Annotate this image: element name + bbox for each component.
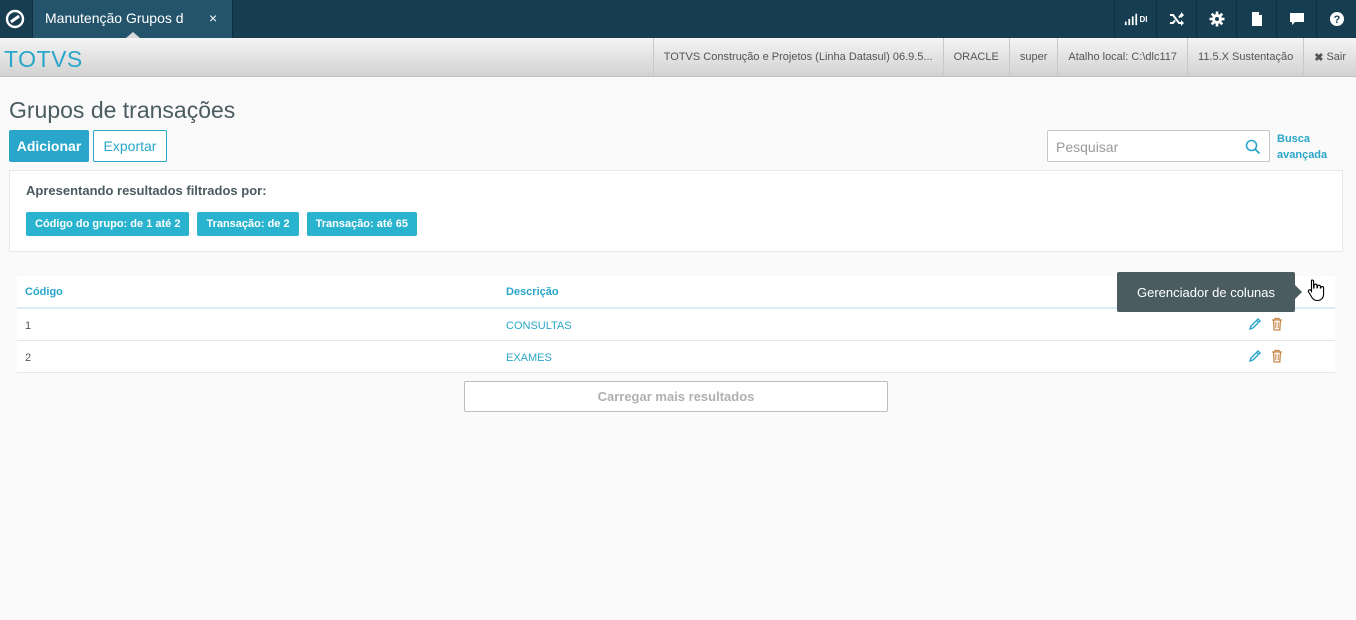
export-button[interactable]: Exportar (93, 130, 167, 162)
column-manager-tooltip: Gerenciador de colunas (1117, 272, 1302, 312)
version-info: 11.5.X Sustentação (1187, 38, 1303, 76)
column-header-codigo[interactable]: Código (25, 286, 63, 298)
top-toolbar: DI ? (1114, 0, 1356, 38)
close-icon: ✖ (1314, 51, 1324, 64)
exit-button[interactable]: ✖ Sair (1303, 38, 1356, 76)
signal-icon[interactable]: DI (1114, 0, 1156, 38)
signal-label: DI (1139, 14, 1148, 24)
shuffle-icon[interactable] (1156, 0, 1196, 38)
session-info: TOTVS Construção e Projetos (Linha Datas… (652, 38, 1356, 76)
edit-icon[interactable] (1248, 349, 1262, 363)
trash-icon[interactable] (1270, 349, 1284, 363)
trash-icon[interactable] (1270, 317, 1284, 331)
svg-text:?: ? (1333, 14, 1340, 26)
add-button[interactable]: Adicionar (9, 130, 89, 162)
filter-title: Apresentando resultados filtrados por: (26, 183, 267, 198)
product-info: TOTVS Construção e Projetos (Linha Datas… (652, 38, 943, 76)
tooltip-text: Gerenciador de colunas (1136, 284, 1276, 300)
cell-description-link[interactable]: EXAMES (506, 352, 552, 364)
search-box (1047, 130, 1270, 162)
exit-label: Sair (1326, 51, 1346, 63)
column-header-descricao[interactable]: Descrição (506, 286, 559, 298)
load-more-button[interactable]: Carregar mais resultados (464, 381, 888, 412)
filter-chip[interactable]: Código do grupo: de 1 até 2 (26, 212, 190, 236)
cell-description-link[interactable]: CONSULTAS (506, 320, 572, 332)
filter-chip[interactable]: Transação: de 2 (197, 212, 299, 236)
tab-label: Manutenção Grupos d (45, 10, 184, 26)
user-info: super (1008, 38, 1058, 76)
search-icon[interactable] (1245, 139, 1261, 155)
file-icon[interactable] (1236, 0, 1276, 38)
edit-icon[interactable] (1248, 317, 1262, 331)
close-icon[interactable]: × (209, 10, 217, 26)
gear-icon[interactable] (1196, 0, 1236, 38)
tab-manutencao-grupos[interactable]: Manutenção Grupos d × (32, 0, 233, 38)
cell-code: 2 (25, 352, 32, 364)
brand-logo: TOTVS (4, 46, 83, 72)
shortcut-info: Atalho local: C:\dlc117 (1057, 38, 1187, 76)
filter-panel: Apresentando resultados filtrados por: C… (9, 170, 1343, 252)
filter-chip[interactable]: Transação: até 65 (306, 212, 417, 236)
search-input[interactable] (1056, 137, 1236, 157)
top-bar: Manutenção Grupos d × DI ? (0, 0, 1356, 38)
page-title: Grupos de transações (9, 97, 236, 123)
hand-cursor-icon (1307, 279, 1325, 302)
table-row[interactable]: 2 EXAMES (17, 341, 1335, 373)
cell-code: 1 (25, 320, 32, 332)
filter-chips: Código do grupo: de 1 até 2 Transação: d… (26, 212, 417, 236)
help-icon[interactable]: ? (1316, 0, 1356, 38)
totvs-logo-icon[interactable] (0, 0, 30, 38)
advanced-search-link[interactable]: Busca avançada (1277, 131, 1337, 163)
database-info: ORACLE (942, 38, 1009, 76)
chat-icon[interactable] (1276, 0, 1316, 38)
table-row[interactable]: 1 CONSULTAS (17, 309, 1335, 341)
